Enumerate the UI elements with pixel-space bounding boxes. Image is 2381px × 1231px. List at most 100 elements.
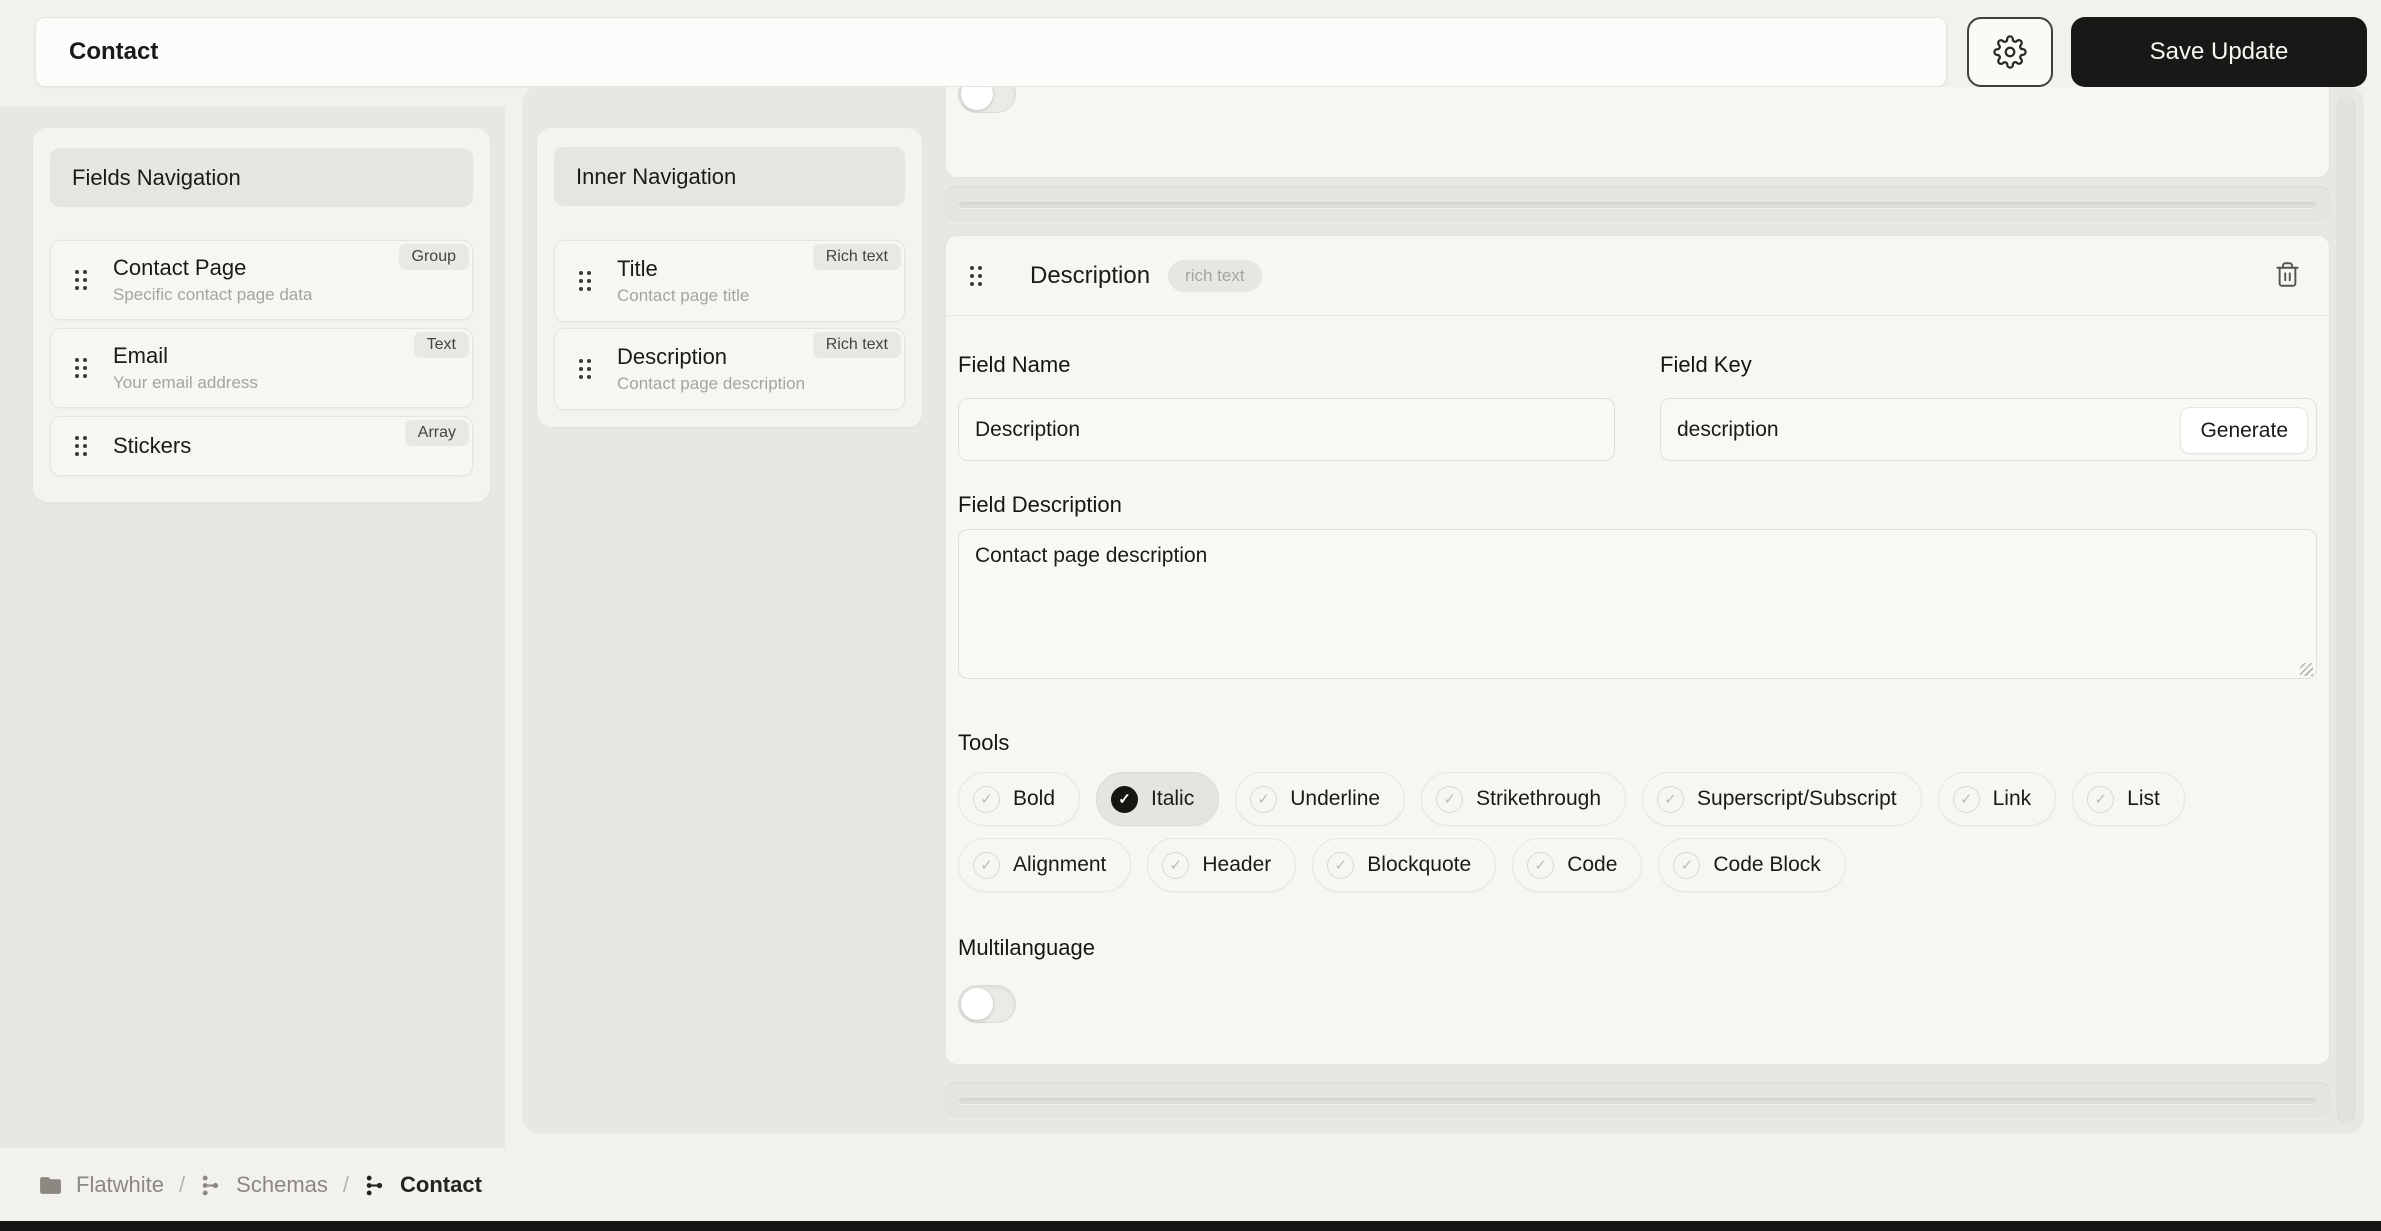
field-nav-item-description: Contact page description xyxy=(617,374,806,393)
schema-title-value: Contact xyxy=(69,38,159,65)
field-nav-item-name: Title xyxy=(617,256,658,281)
field-type-badge: Array xyxy=(404,420,469,446)
scrollbar[interactable] xyxy=(2337,97,2355,1123)
field-editor-header: Description rich text xyxy=(946,236,2329,316)
field-nav-item-text: Title Contact page title xyxy=(617,256,749,306)
tool-toggle-button[interactable]: ✓ Link xyxy=(1937,772,2057,826)
tool-label: Header xyxy=(1202,853,1272,876)
check-icon: ✓ xyxy=(1436,785,1464,813)
field-nav-item-description: Your email address xyxy=(113,373,258,392)
tool-toggle-button[interactable]: ✓ Code Block xyxy=(1658,838,1846,892)
fields-navigation-list: Contact Page Specific contact page data … xyxy=(50,240,473,476)
tool-toggle-button[interactable]: ✓ List xyxy=(2072,772,2185,826)
generate-key-button[interactable]: Generate xyxy=(2180,407,2308,454)
tool-label: Bold xyxy=(1013,787,1056,810)
field-nav-item[interactable]: Description Contact page description Ric… xyxy=(554,328,905,410)
tool-label: Superscript/Subscript xyxy=(1697,787,1897,810)
field-key-label: Field Key xyxy=(1660,352,1752,377)
tool-toggle-button[interactable]: ✓ Alignment xyxy=(958,838,1132,892)
resize-handle-icon[interactable] xyxy=(2300,663,2313,676)
breadcrumb-separator: / xyxy=(342,1172,350,1197)
breadcrumb-label: Schemas xyxy=(236,1172,328,1197)
tool-label: Alignment xyxy=(1013,853,1107,876)
previous-field-card xyxy=(945,87,2330,178)
check-icon: ✓ xyxy=(1952,785,1980,813)
inner-navigation-header: Inner Navigation xyxy=(554,147,905,206)
tool-toggle-button[interactable]: ✓ Code xyxy=(1512,838,1643,892)
toggle-knob xyxy=(961,988,993,1020)
field-editor-title: Description xyxy=(1030,261,1151,289)
field-nav-item-text: Email Your email address xyxy=(113,343,258,393)
settings-button[interactable] xyxy=(1967,17,2053,87)
multilanguage-label: Multilanguage xyxy=(958,935,1095,960)
field-nav-item-description: Specific contact page data xyxy=(113,285,313,304)
breadcrumb: Flatwhite / Schemas / Contact xyxy=(0,1148,2381,1222)
field-type-badge: Group xyxy=(398,244,469,270)
delete-field-button[interactable] xyxy=(2270,257,2305,295)
field-nav-item[interactable]: Stickers Array xyxy=(50,416,473,476)
previous-field-toggle[interactable] xyxy=(958,87,1016,113)
field-type-badge: Text xyxy=(413,332,469,358)
field-key-group: Field Key Generate xyxy=(1660,352,2317,461)
drag-handle-icon[interactable] xyxy=(579,359,591,379)
field-description-textarea[interactable]: Contact page description xyxy=(958,529,2317,679)
tool-label: Code xyxy=(1567,853,1618,876)
trash-icon xyxy=(2276,261,2299,287)
tool-label: Code Block xyxy=(1713,853,1821,876)
tool-label: Underline xyxy=(1290,787,1381,810)
breadcrumb-separator: / xyxy=(179,1172,186,1197)
field-name-input[interactable] xyxy=(959,399,1614,460)
drag-handle-icon[interactable] xyxy=(75,270,87,290)
field-nav-item-text: Stickers xyxy=(113,433,191,459)
field-nav-item-name: Stickers xyxy=(113,433,192,458)
tool-label: List xyxy=(2127,787,2160,810)
field-key-input-box: Generate xyxy=(1660,398,2317,461)
field-nav-item-description: Contact page title xyxy=(617,286,750,305)
check-icon: ✓ xyxy=(1250,785,1278,813)
drag-handle-icon[interactable] xyxy=(970,265,982,286)
tool-toggle-button[interactable]: ✓ Italic xyxy=(1096,772,1220,826)
save-update-button[interactable]: Save Update xyxy=(2071,17,2367,87)
field-name-label: Field Name xyxy=(958,352,1071,377)
tool-toggle-button[interactable]: ✓ Underline xyxy=(1235,772,1406,826)
field-editor-body: Field Name Field Key Generate Field Desc… xyxy=(946,352,2329,1023)
gear-icon xyxy=(1993,35,2027,69)
field-drop-divider[interactable] xyxy=(945,186,2330,223)
tool-label: Link xyxy=(1992,787,2032,810)
tool-toggle-button[interactable]: ✓ Strikethrough xyxy=(1421,772,1627,826)
field-nav-item[interactable]: Email Your email address Text xyxy=(50,328,473,408)
check-icon: ✓ xyxy=(1657,785,1685,813)
main-panel: Inner Navigation Title Contact page titl… xyxy=(522,87,2364,1133)
breadcrumb-label: Flatwhite xyxy=(76,1172,165,1197)
tool-toggle-button[interactable]: ✓ Superscript/Subscript xyxy=(1642,772,1922,826)
field-nav-item[interactable]: Contact Page Specific contact page data … xyxy=(50,240,473,320)
field-name-group: Field Name xyxy=(958,352,1615,461)
check-icon: ✓ xyxy=(1111,785,1139,813)
inner-navigation-card: Inner Navigation Title Contact page titl… xyxy=(537,128,922,427)
tool-label: Italic xyxy=(1151,787,1195,810)
field-nav-item[interactable]: Title Contact page title Rich text xyxy=(554,240,905,322)
tool-toggle-button[interactable]: ✓ Blockquote xyxy=(1312,838,1497,892)
schema-title-input[interactable]: Contact xyxy=(35,17,1947,87)
field-nav-item-name: Email xyxy=(113,343,169,368)
window-edge xyxy=(0,1221,2381,1231)
field-nav-item-text: Contact Page Specific contact page data xyxy=(113,255,312,305)
field-type-badge: Rich text xyxy=(812,244,901,270)
fields-navigation-header: Fields Navigation xyxy=(50,148,473,207)
breadcrumb-item-schemas[interactable]: Schemas xyxy=(200,1172,328,1198)
breadcrumb-item-flatwhite[interactable]: Flatwhite xyxy=(38,1172,164,1198)
check-icon: ✓ xyxy=(973,785,1000,813)
drag-handle-icon[interactable] xyxy=(75,436,87,456)
drag-handle-icon[interactable] xyxy=(75,358,87,378)
tool-label: Blockquote xyxy=(1367,853,1472,876)
field-drop-divider[interactable] xyxy=(945,1082,2330,1119)
breadcrumb-item-contact[interactable]: Contact xyxy=(364,1172,482,1198)
tools-list: ✓ Bold ✓ Italic ✓ Underline ✓ Strikethro… xyxy=(958,772,2319,892)
drag-handle-icon[interactable] xyxy=(579,271,591,291)
multilanguage-toggle[interactable] xyxy=(958,985,1016,1023)
field-nav-item-name: Contact Page xyxy=(113,255,247,280)
tool-toggle-button[interactable]: ✓ Header xyxy=(1147,838,1297,892)
tool-toggle-button[interactable]: ✓ Bold xyxy=(958,772,1081,826)
toggle-knob xyxy=(961,87,993,110)
schema-icon xyxy=(366,1175,383,1195)
